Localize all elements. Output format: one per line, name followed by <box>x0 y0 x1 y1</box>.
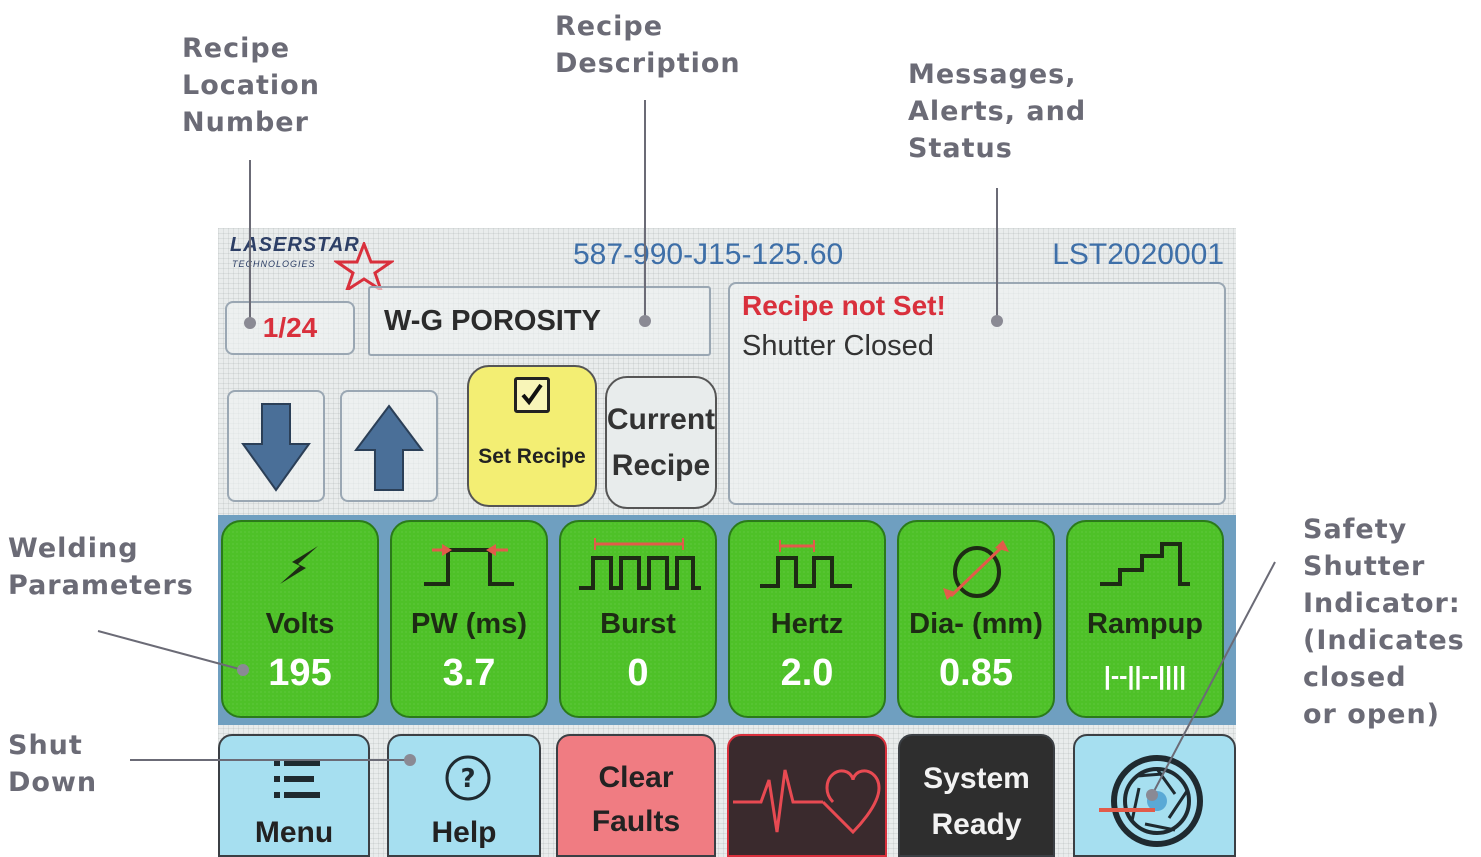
callout-recipe-location: Recipe Location Number <box>182 33 320 138</box>
recipe-down-button[interactable] <box>227 390 325 502</box>
lightning-icon <box>280 546 318 584</box>
set-recipe-button[interactable]: Set Recipe <box>467 365 597 507</box>
clear-faults-label: Clear Faults <box>591 761 681 838</box>
current-recipe-button[interactable]: Current Recipe <box>605 376 717 509</box>
menu-label: Menu <box>254 816 334 849</box>
callout-safety-shutter: Safety Shutter Indicator: (Indicates clo… <box>1303 514 1465 730</box>
alert-message: Recipe not Set! <box>742 290 946 321</box>
diameter-param-button[interactable]: Dia- (mm) 0.85 <box>897 520 1055 718</box>
param-value: |--||--|||| <box>1103 662 1187 690</box>
menu-icon <box>274 760 320 798</box>
hertz-param-button[interactable]: Hertz 2.0 <box>728 520 886 718</box>
star-logo-icon <box>334 242 394 290</box>
callout-recipe-description: Recipe Description <box>555 11 741 79</box>
recipe-description[interactable]: W-G POROSITY <box>368 286 711 356</box>
burst-param-button[interactable]: Burst 0 <box>559 520 717 718</box>
param-label: Dia- (mm) <box>909 608 1043 640</box>
system-ready-status: System Ready <box>898 734 1055 857</box>
callout-shut-down: Shut Down <box>8 730 98 798</box>
brand-subtitle: TECHNOLOGIES <box>232 259 316 269</box>
param-value: 2.0 <box>780 652 834 694</box>
heartbeat-indicator <box>727 734 887 857</box>
param-label: Hertz <box>770 608 844 640</box>
message-panel: Recipe not Set! Shutter Closed <box>728 282 1226 505</box>
param-label: PW (ms) <box>411 608 527 640</box>
frequency-icon <box>760 540 852 588</box>
param-value: 3.7 <box>442 652 496 694</box>
help-label: Help <box>431 816 497 849</box>
hmi-screen: LASERSTAR TECHNOLOGIES 587-990-J15-125.6… <box>218 228 1236 857</box>
serial-number: LST2020001 <box>1052 238 1224 271</box>
param-label: Volts <box>265 608 335 640</box>
pulse-width-param-button[interactable]: PW (ms) 3.7 <box>390 520 548 718</box>
heartbeat-icon <box>733 769 881 835</box>
model-code: 587-990-J15-125.60 <box>573 238 844 271</box>
safety-shutter-button[interactable] <box>1073 734 1236 857</box>
checkbox-icon <box>514 377 550 413</box>
param-value: 0 <box>627 652 649 694</box>
help-button[interactable]: ? Help <box>387 734 541 857</box>
diameter-icon <box>943 540 1009 600</box>
system-ready-label: System Ready <box>923 762 1030 841</box>
param-value: 195 <box>268 652 332 694</box>
help-icon: ? <box>445 755 491 801</box>
callout-welding-parameters: Welding Parameters <box>8 533 194 601</box>
recipe-up-button[interactable] <box>340 390 438 502</box>
shutter-icon <box>1099 755 1203 847</box>
callout-messages: Messages, Alerts, and Status <box>908 59 1087 164</box>
status-message: Shutter Closed <box>742 330 934 362</box>
burst-icon <box>579 538 701 590</box>
pulse-width-icon <box>424 544 514 586</box>
arrow-down-icon <box>241 403 311 492</box>
param-value: 0.85 <box>939 652 1013 694</box>
param-label: Rampup <box>1087 608 1203 640</box>
set-recipe-label: Set Recipe <box>478 445 586 468</box>
arrow-up-icon <box>354 404 424 491</box>
svg-text:?: ? <box>460 764 475 794</box>
laserstar-logo: LASERSTAR TECHNOLOGIES <box>230 232 400 290</box>
recipe-location-number[interactable]: 1/24 <box>225 301 355 355</box>
volts-param-button[interactable]: Volts 195 <box>221 520 379 718</box>
param-label: Burst <box>600 608 676 640</box>
clear-faults-button[interactable]: Clear Faults <box>556 734 716 857</box>
menu-button[interactable]: Menu <box>218 734 370 857</box>
rampup-param-button[interactable]: Rampup |--||--|||| <box>1066 520 1224 718</box>
rampup-icon <box>1100 542 1190 586</box>
